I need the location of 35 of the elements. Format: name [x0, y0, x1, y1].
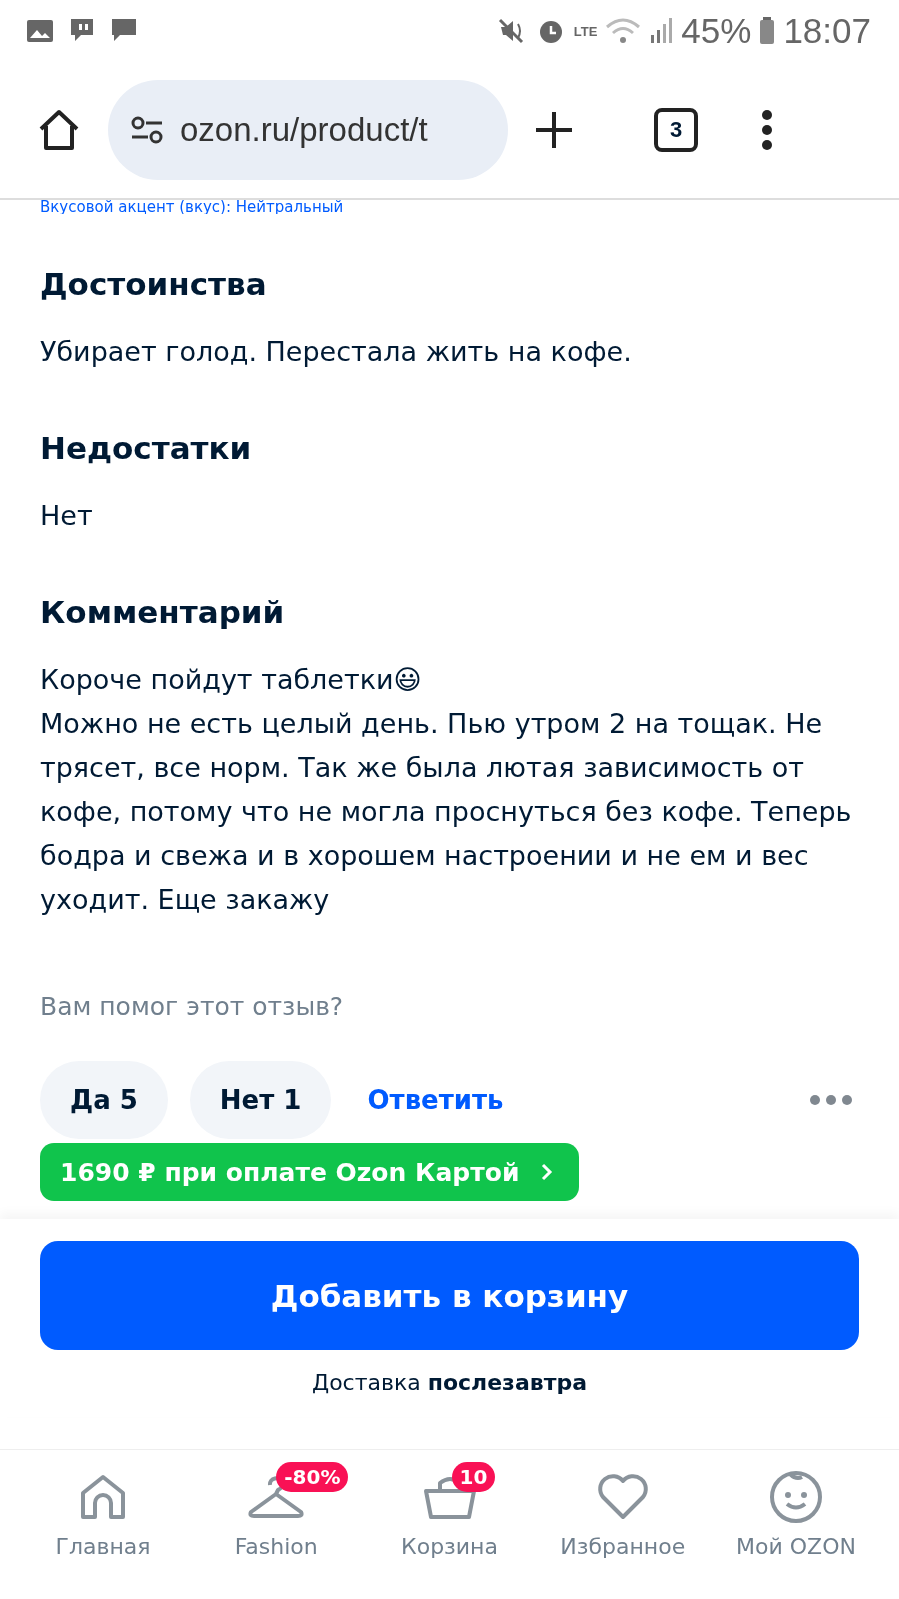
url-text: ozon.ru/product/t — [180, 111, 428, 149]
site-settings-icon[interactable] — [130, 115, 164, 145]
tab-count-button[interactable]: 3 — [654, 108, 698, 152]
section-text: Нет — [40, 499, 94, 533]
section-title: Недостатки — [40, 430, 253, 466]
face-icon — [768, 1469, 824, 1525]
wifi-icon — [605, 17, 642, 45]
delivery-text: Доставка послезавтра — [310, 1370, 589, 1395]
add-to-cart-button[interactable]: Добавить в корзину — [40, 1241, 859, 1350]
section-title: Комментарий — [40, 594, 286, 630]
nav-item[interactable]: Избранное — [537, 1460, 708, 1599]
menu-icon[interactable] — [760, 110, 774, 150]
plus-icon[interactable] — [534, 110, 574, 150]
signal-icon — [649, 17, 674, 45]
reply-link[interactable]: Ответить — [353, 1085, 518, 1115]
address-bar[interactable]: ozon.ru/product/t — [108, 80, 508, 180]
yes-vote-button[interactable]: Да 5 — [40, 1061, 168, 1139]
helpful-question: Вам помог этот отзыв? — [40, 992, 345, 1021]
nav-item[interactable]: Мой OZON — [711, 1460, 881, 1599]
more-icon[interactable] — [809, 1094, 853, 1106]
nav-item[interactable]: Главная — [18, 1460, 188, 1599]
section-text: Короче пойдут таблетки😃 Можно не есть целый день. Пью утром 2 на тощак. Не трясет, все норм. Так же была лютая зависимость от кофе, потому что не могла проснуться без кофе. Теперь бодра и свежа и в хорошем настроении и не ем и вес уходит. Еще закажу — [40, 663, 853, 917]
image-icon — [26, 18, 54, 44]
nav-item[interactable]: -80% Fashion — [191, 1460, 362, 1599]
battery-level: 45% — [681, 11, 752, 51]
nav-item[interactable]: 10 Корзина — [364, 1460, 535, 1599]
nav-badge: -80% — [276, 1462, 349, 1492]
no-vote-button[interactable]: Нет 1 — [189, 1061, 332, 1139]
nav-badge: 10 — [451, 1462, 496, 1492]
lte-indicator: LTE — [573, 23, 598, 39]
chevron-icon — [541, 1163, 554, 1181]
section-title: Достоинства — [40, 266, 268, 302]
battery-icon — [759, 17, 776, 45]
section-text: Убирает голод. Перестала жить на кофе. — [40, 335, 633, 369]
clock: 18:07 — [783, 11, 871, 51]
